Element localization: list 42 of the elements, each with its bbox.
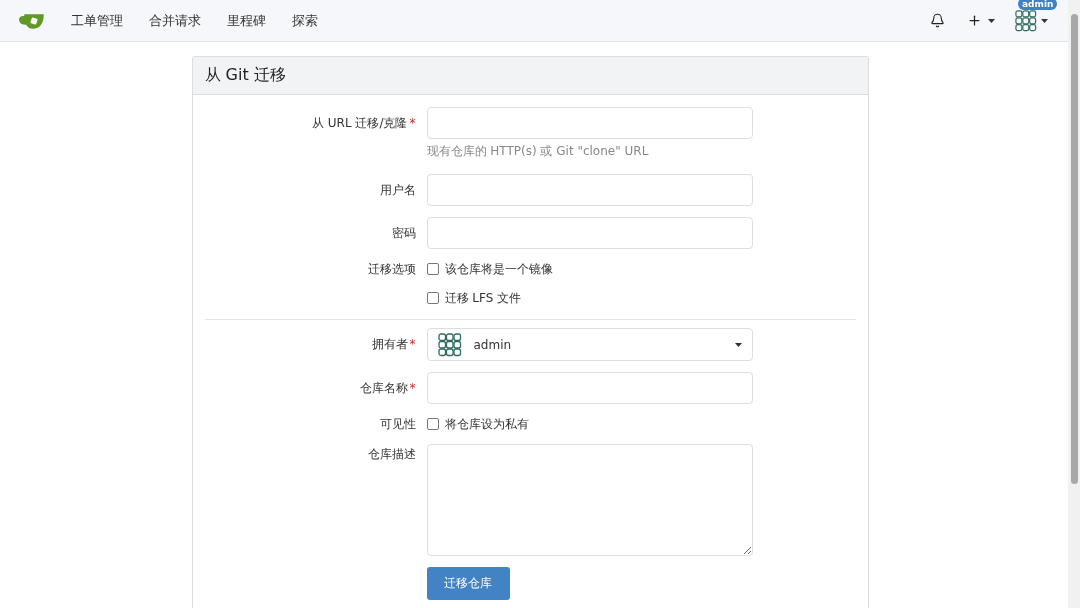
avatar-icon — [437, 332, 462, 357]
create-menu-button[interactable] — [967, 13, 995, 28]
required-mark: * — [409, 116, 416, 130]
required-mark: * — [409, 381, 416, 395]
scrollbar[interactable] — [1068, 0, 1080, 608]
plus-icon — [967, 13, 982, 28]
checkbox[interactable] — [426, 418, 439, 430]
notifications-button[interactable] — [930, 13, 945, 28]
checkbox[interactable] — [426, 292, 439, 304]
field-label: 迁移选项 — [366, 261, 416, 278]
nav-link[interactable]: 里程碑 — [227, 11, 266, 30]
checkbox-option[interactable]: 将仓库设为私有 — [426, 415, 753, 433]
user-menu-button[interactable] — [1015, 9, 1048, 32]
help-text: 现有仓库的 HTTP(s) 或 Git "clone" URL — [426, 143, 650, 160]
caret-icon — [1041, 18, 1048, 23]
nav-link[interactable]: 合并请求 — [149, 11, 201, 30]
nav-link[interactable]: 探索 — [292, 11, 318, 30]
nav-link[interactable]: 工单管理 — [71, 11, 123, 30]
field-label: 可见性 — [378, 416, 416, 433]
field-label: 仓库描述 — [366, 446, 416, 463]
field-label: 密码 — [390, 225, 416, 242]
text-field[interactable] — [426, 174, 753, 206]
bell-icon — [930, 13, 945, 28]
username-badge: admin — [1018, 0, 1058, 10]
avatar-icon — [1015, 9, 1037, 32]
submit-button[interactable]: 迁移仓库 — [426, 567, 510, 600]
caret-icon — [988, 18, 995, 23]
caret-icon — [734, 342, 742, 347]
checkbox[interactable] — [426, 263, 439, 275]
checkbox-option[interactable]: 迁移 LFS 文件 — [426, 289, 753, 307]
teacup-logo[interactable] — [18, 12, 45, 29]
field-label: 拥有者 * — [370, 336, 416, 353]
required-mark: * — [409, 337, 416, 351]
panel-title: 从 Git 迁移 — [192, 57, 868, 95]
field-label: 仓库名称 * — [358, 380, 416, 397]
owner-dropdown[interactable]: admin — [426, 328, 753, 361]
field-label: 用户名 — [378, 182, 416, 199]
text-field[interactable] — [426, 107, 753, 139]
checkbox-option[interactable]: 该仓库将是一个镜像 — [426, 260, 753, 278]
text-field[interactable] — [426, 217, 753, 249]
field-label: 从 URL 迁移/克隆 * — [311, 115, 416, 132]
text-field[interactable] — [426, 372, 753, 404]
